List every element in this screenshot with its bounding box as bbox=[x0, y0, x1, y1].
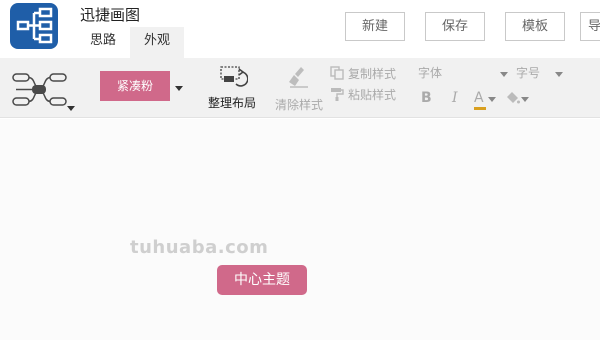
font-family-select[interactable]: 字体 bbox=[416, 64, 512, 84]
chevron-down-icon bbox=[555, 72, 563, 77]
paste-style-button[interactable]: 粘贴样式 bbox=[330, 86, 396, 104]
paste-style-label: 粘贴样式 bbox=[348, 88, 397, 102]
fill-color-button[interactable] bbox=[506, 88, 530, 108]
chevron-down-icon bbox=[67, 106, 75, 111]
bold-button[interactable]: B bbox=[421, 88, 432, 108]
title-bar: 迅捷画图 思路 外观 新建 保存 模板 导 bbox=[0, 0, 600, 58]
mindmap-canvas[interactable]: tuhuaba.com 中心主题 bbox=[0, 119, 600, 340]
italic-button[interactable]: I bbox=[452, 88, 458, 108]
font-size-placeholder: 字号 bbox=[516, 66, 541, 80]
tidy-layout-label: 整理布局 bbox=[207, 96, 256, 110]
copy-style-button[interactable]: 复制样式 bbox=[330, 65, 396, 83]
new-button[interactable]: 新建 bbox=[345, 12, 405, 41]
tidy-layout-button[interactable]: 整理布局 bbox=[204, 64, 260, 114]
chevron-down-icon[interactable] bbox=[175, 86, 183, 91]
chevron-down-icon bbox=[488, 97, 496, 102]
app-title: 迅捷画图 bbox=[80, 6, 141, 24]
font-size-select[interactable]: 字号 bbox=[516, 64, 568, 84]
font-color-button[interactable]: A bbox=[474, 88, 498, 110]
copy-style-icon bbox=[330, 66, 344, 80]
watermark: tuhuaba.com bbox=[130, 237, 269, 258]
clear-style-label: 清除样式 bbox=[274, 98, 323, 112]
clear-style-button[interactable]: 清除样式 bbox=[272, 64, 326, 114]
format-ribbon: 紧凑粉 整理布局 清除样式 复制样式 粘贴样式 字体 字号 B I A bbox=[0, 58, 600, 118]
font-color-swatch bbox=[474, 107, 486, 110]
template-button[interactable]: 模板 bbox=[505, 12, 565, 41]
central-topic-node[interactable]: 中心主题 bbox=[217, 265, 307, 295]
tidy-layout-icon bbox=[220, 66, 248, 87]
paint-bucket-icon bbox=[507, 92, 520, 104]
save-button[interactable]: 保存 bbox=[425, 12, 485, 41]
export-button[interactable]: 导 bbox=[580, 12, 600, 41]
font-color-label: A bbox=[474, 90, 484, 106]
brush-icon bbox=[289, 67, 308, 88]
structure-layout-icon bbox=[12, 73, 67, 106]
tab-silu[interactable]: 思路 bbox=[82, 27, 124, 58]
tab-waiguan[interactable]: 外观 bbox=[130, 27, 184, 58]
chevron-down-icon bbox=[500, 72, 508, 77]
copy-style-label: 复制样式 bbox=[348, 67, 397, 81]
paint-roller-icon bbox=[331, 88, 344, 101]
structure-dropdown[interactable] bbox=[10, 66, 78, 112]
font-family-placeholder: 字体 bbox=[418, 66, 443, 80]
chevron-down-icon bbox=[521, 97, 529, 102]
mindmap-logo-icon bbox=[10, 3, 58, 49]
theme-button[interactable]: 紧凑粉 bbox=[100, 71, 170, 101]
